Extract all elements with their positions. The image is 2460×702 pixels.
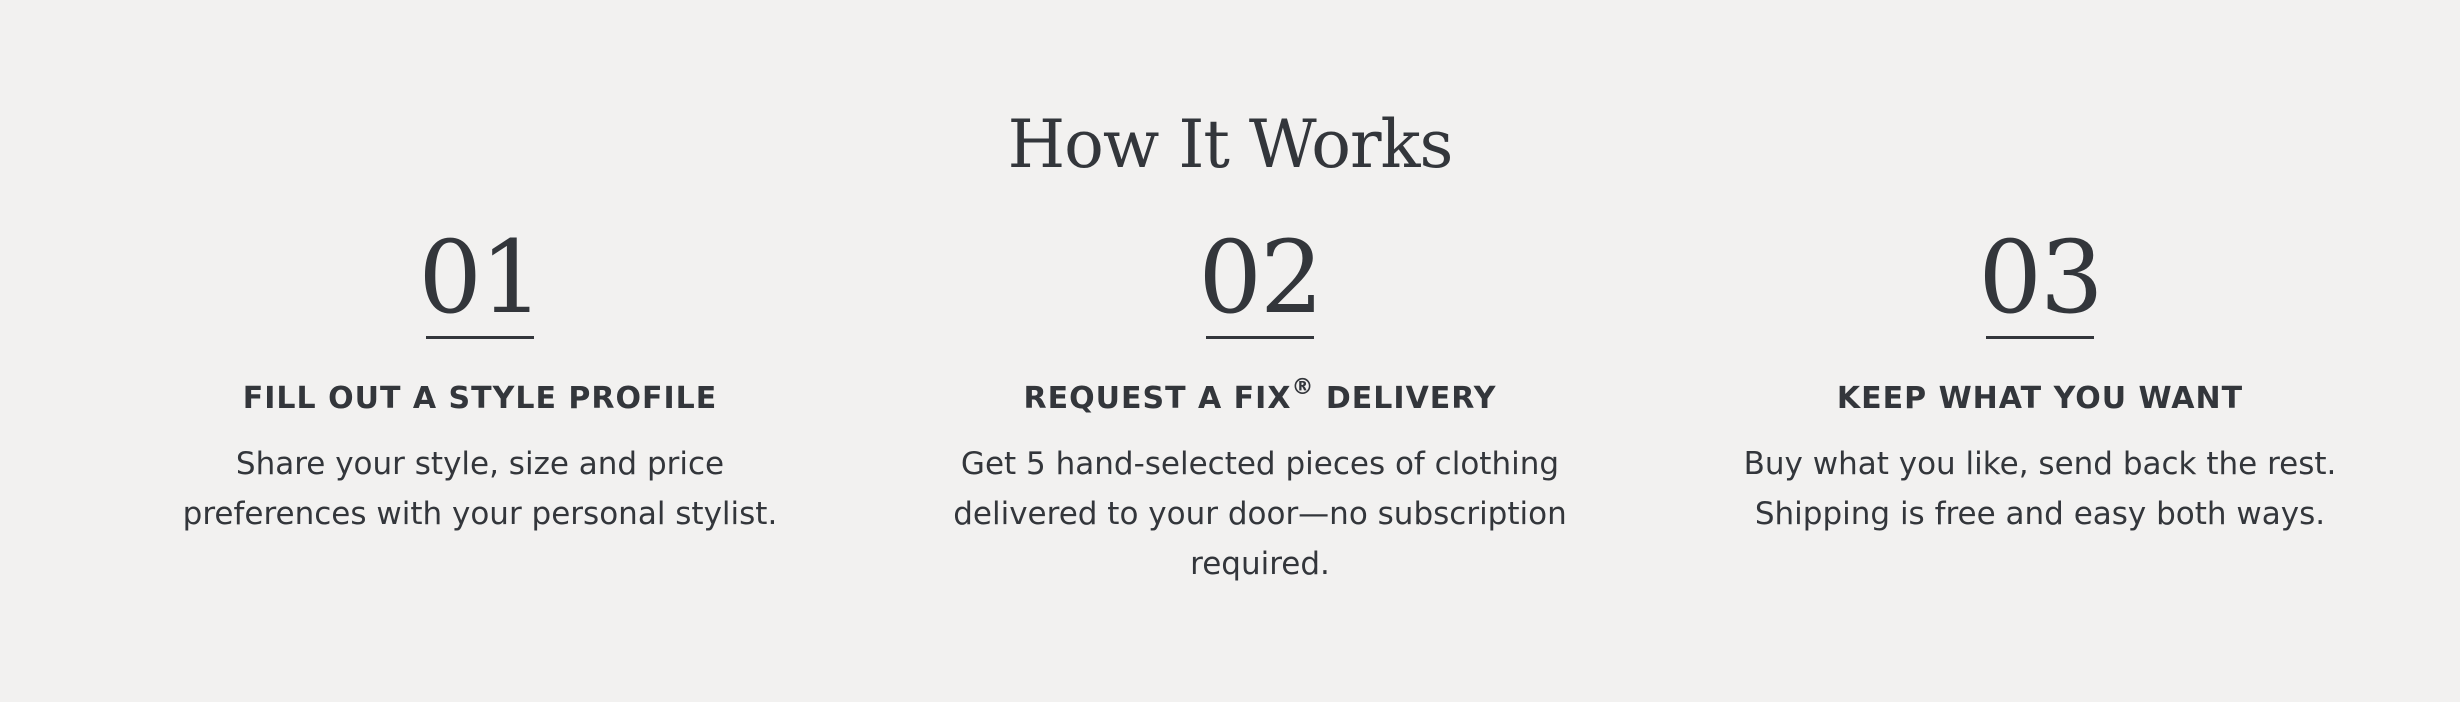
step-card: 01 FILL OUT A STYLE PROFILE Share your s… [120, 220, 840, 539]
step-description: Get 5 hand-selected pieces of clothing d… [953, 446, 1567, 582]
step-divider [426, 336, 534, 339]
how-it-works-section: How It Works 01 FILL OUT A STYLE PROFILE… [0, 0, 2460, 702]
step-divider [1206, 336, 1314, 339]
step-heading: KEEP WHAT YOU WANT [1836, 381, 2244, 416]
step-heading: REQUEST A FIX® DELIVERY [900, 377, 1620, 419]
step-heading-text-end: DELIVERY [1314, 381, 1497, 416]
registered-mark: ® [1291, 375, 1315, 400]
step-description: Share your style, size and price prefere… [182, 446, 778, 532]
step-divider [1986, 336, 2094, 339]
step-description: Buy what you like, send back the rest. S… [1743, 446, 2337, 532]
step-card: 02 REQUEST A FIX® DELIVERY Get 5 hand-se… [900, 220, 1620, 589]
step-heading-text: REQUEST A FIX [1023, 381, 1292, 416]
step-number: 01 [418, 219, 543, 336]
step-number: 03 [1978, 219, 2103, 336]
step-card: 03 KEEP WHAT YOU WANT Buy what you like,… [1680, 220, 2400, 539]
step-heading: FILL OUT A STYLE PROFILE [242, 381, 718, 416]
step-number: 02 [1198, 219, 1323, 336]
section-title: How It Works [1007, 106, 1454, 183]
